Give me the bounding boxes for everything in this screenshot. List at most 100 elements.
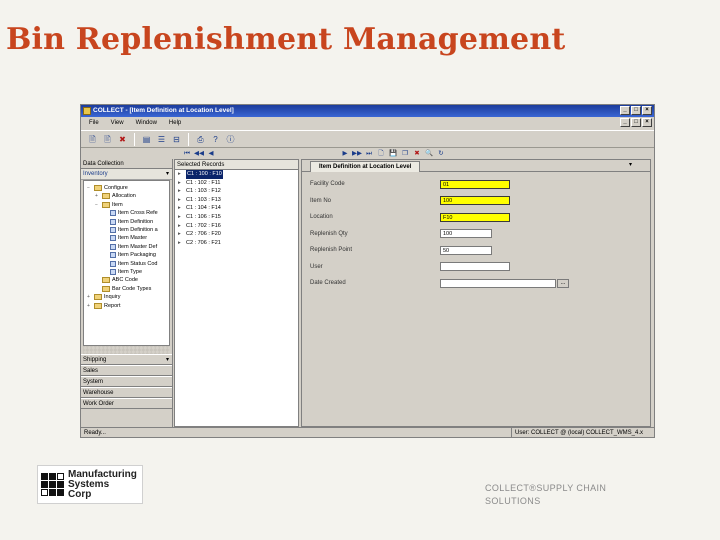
mdi-minimize-button[interactable]: _: [620, 118, 630, 127]
records-list: ▸ C1 : 100 : F10 ▸ C1 : 102 : F11 ▸ C1 : 103 …: [175, 170, 298, 247]
tree-node[interactable]: Bar Code Types: [95, 285, 151, 293]
record-row[interactable]: ▸ C2 : 706 : F21: [175, 239, 298, 248]
tree-node[interactable]: − Item: [95, 201, 123, 209]
tab-strip: Item Definition at Location Level ▾: [302, 160, 650, 172]
menu-file[interactable]: File: [85, 120, 103, 126]
field-input[interactable]: 50: [440, 245, 492, 255]
field-input[interactable]: 01: [440, 179, 510, 189]
status-bar: Ready... User: COLLECT @ (local) COLLECT…: [81, 427, 654, 437]
tab-item-definition[interactable]: Item Definition at Location Level: [310, 161, 421, 172]
tree-node[interactable]: Item Status Cod: [103, 260, 157, 268]
list-icon[interactable]: ☰: [155, 133, 168, 146]
record-row[interactable]: ▸ C1 : 104 : F14: [175, 204, 298, 213]
next-icon[interactable]: ▶: [340, 149, 350, 159]
tree-node[interactable]: Item Definition a: [103, 226, 158, 234]
properties-icon[interactable]: ▤: [140, 133, 153, 146]
record-row[interactable]: ▸ C1 : 103 : F12: [175, 187, 298, 196]
close-button[interactable]: ×: [642, 106, 652, 115]
field-input[interactable]: 100: [440, 229, 492, 238]
nav-button-shipping[interactable]: Shipping ▾: [81, 354, 172, 365]
folder-icon: [102, 277, 110, 284]
app-screenshot: COLLECT - [Item Definition at Location L…: [80, 104, 655, 438]
inventory-header[interactable]: Inventory ▾: [81, 169, 172, 180]
field-input[interactable]: [440, 262, 510, 271]
record-row[interactable]: ▸ C1 : 102 : F11: [175, 179, 298, 188]
new-record-icon[interactable]: 🗋: [376, 149, 386, 159]
tree-node[interactable]: Item Packaging: [103, 251, 156, 259]
new-icon[interactable]: 🗎: [86, 133, 99, 146]
filter-icon[interactable]: ⊟: [170, 133, 183, 146]
print-icon[interactable]: ⎙: [194, 133, 207, 146]
minimize-button[interactable]: _: [620, 106, 630, 115]
record-row[interactable]: ▸ C2 : 706 : F20: [175, 230, 298, 239]
maximize-button[interactable]: □: [631, 106, 641, 115]
tree-node[interactable]: + Inquiry: [87, 293, 121, 301]
prev-fast-icon[interactable]: ◀◀: [194, 149, 204, 159]
mdi-restore-button[interactable]: □: [631, 118, 641, 127]
info-icon[interactable]: ⓘ: [224, 133, 237, 146]
mdi-close-button[interactable]: ×: [642, 118, 652, 127]
nav-button-warehouse[interactable]: Warehouse: [81, 387, 172, 398]
menu-window[interactable]: Window: [132, 120, 161, 126]
tree-node[interactable]: Item Master: [103, 234, 147, 242]
splitter-handle[interactable]: [83, 346, 170, 354]
record-row[interactable]: ▸ C1 : 106 : F15: [175, 213, 298, 222]
help-icon[interactable]: ?: [209, 133, 222, 146]
record-label: C1 : 106 : F15: [186, 213, 221, 220]
last-icon[interactable]: ⏭: [364, 149, 374, 159]
nav-button-system[interactable]: System: [81, 376, 172, 387]
save-icon[interactable]: 💾: [388, 149, 398, 159]
tree-node[interactable]: Item Definition: [103, 218, 153, 226]
tree-node-label: Item Definition a: [118, 227, 158, 233]
search-icon[interactable]: 🔍: [424, 149, 434, 159]
record-label: C2 : 706 : F21: [186, 239, 221, 246]
next-fast-icon[interactable]: ▶▶: [352, 149, 362, 159]
nav-button-sales[interactable]: Sales: [81, 365, 172, 376]
expand-toggle-icon[interactable]: −: [87, 184, 92, 192]
tree-node-label: Item Definition: [118, 218, 154, 225]
collapse-icon[interactable]: ▾: [166, 169, 169, 180]
row-pointer-icon: ▸: [178, 171, 181, 177]
tree-node[interactable]: Item Master Def: [103, 243, 157, 251]
field-label: Facility Code: [310, 181, 345, 187]
record-label: C1 : 102 : F11: [186, 179, 221, 186]
row-pointer-icon: ▸: [178, 239, 181, 246]
expand-toggle-icon[interactable]: −: [95, 201, 100, 209]
folder-icon: [94, 185, 102, 191]
record-row[interactable]: ▸ C1 : 100 : F10: [175, 170, 298, 179]
prev-icon[interactable]: ◀: [206, 149, 216, 159]
tree-node[interactable]: Item Type: [103, 268, 142, 276]
expand-toggle-icon[interactable]: +: [95, 192, 100, 200]
field-input[interactable]: 100: [440, 196, 510, 205]
copy-icon[interactable]: ❐: [400, 149, 410, 159]
folder-icon: [102, 193, 110, 200]
field-input[interactable]: F10: [440, 212, 510, 222]
tree-node[interactable]: Item Cross Refe: [103, 209, 158, 217]
tab-scroll-icon[interactable]: ▾: [629, 161, 632, 168]
record-row[interactable]: ▸ C1 : 103 : F13: [175, 196, 298, 205]
delete-icon[interactable]: ✖: [116, 133, 129, 146]
record-row[interactable]: ▸ C1 : 702 : F16: [175, 222, 298, 231]
delete-record-icon[interactable]: ✖: [412, 149, 422, 159]
menu-help[interactable]: Help: [165, 120, 185, 126]
tree-node[interactable]: + Allocation: [95, 192, 136, 200]
expand-toggle-icon[interactable]: +: [87, 293, 92, 301]
browse-button[interactable]: ...: [557, 278, 569, 288]
data-collection-header[interactable]: Data Collection: [81, 159, 172, 169]
menu-view[interactable]: View: [107, 120, 128, 126]
open-icon[interactable]: 🖹: [101, 133, 114, 146]
row-pointer-icon: ▸: [178, 231, 181, 238]
refresh-icon[interactable]: ↻: [436, 149, 446, 159]
menubar: File View Window Help: [81, 117, 654, 129]
tree-node[interactable]: − Configure: [87, 184, 128, 192]
nav-button-work-order[interactable]: Work Order: [81, 398, 172, 409]
tree-node[interactable]: + Report: [87, 302, 121, 310]
form-row: Replenish Point 50: [310, 245, 492, 255]
form-row: Item No 100: [310, 196, 510, 206]
first-icon[interactable]: ⏮: [182, 149, 192, 159]
tree-node-label: Item Type: [118, 269, 143, 275]
field-input[interactable]: [440, 278, 556, 288]
tree-node-label: Bar Code Types: [112, 285, 152, 292]
expand-toggle-icon[interactable]: +: [87, 302, 92, 310]
tree-node[interactable]: ABC Code: [95, 276, 138, 284]
